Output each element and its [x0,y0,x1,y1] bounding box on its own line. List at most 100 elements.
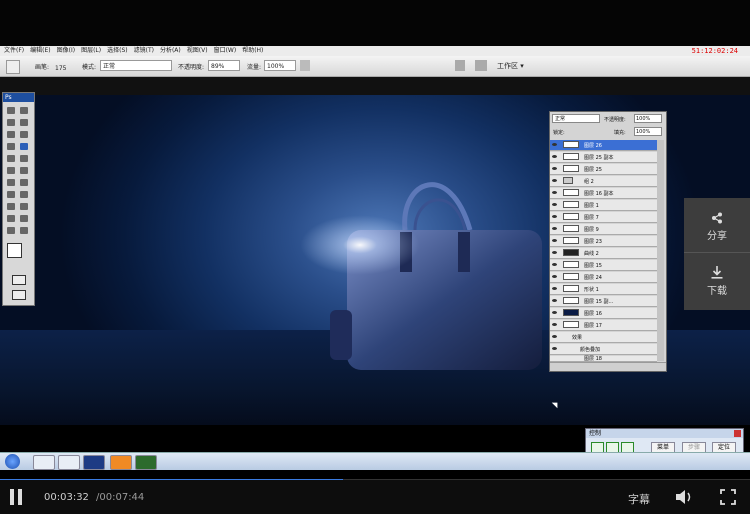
download-button[interactable]: 下载 [684,254,750,308]
layer-row[interactable]: 图层 25 副本 [550,152,657,163]
layer-row[interactable]: 图层 15 副... [550,296,657,307]
layer-row[interactable]: 图层 16 [550,308,657,319]
path-select-icon[interactable] [7,203,15,210]
screen-mode-icon[interactable] [12,290,26,300]
crop-tool-icon[interactable] [7,131,15,138]
history-brush-icon[interactable] [20,155,28,162]
gradient-tool-icon[interactable] [20,167,28,174]
layer-row[interactable]: 图层 1 [550,200,657,211]
blur-tool-icon[interactable] [7,179,15,186]
eye-icon[interactable] [552,155,557,158]
shape-tool-icon[interactable] [20,203,28,210]
mode-select[interactable]: 正常 [100,60,172,71]
menu-select[interactable]: 选择(S) [107,47,128,54]
opacity-input[interactable]: 89% [208,60,240,71]
layer-name: 图层 9 [584,227,599,233]
layer-effects-row[interactable]: 颜色叠加 [550,344,657,355]
move-tool-icon[interactable] [7,107,15,114]
eye-icon[interactable] [552,323,557,326]
menu-image[interactable]: 图像(I) [57,47,75,54]
subtitle-button[interactable]: 字幕 [628,491,650,507]
layer-row[interactable]: 图层 7 [550,212,657,223]
hand-tool-icon[interactable] [7,227,15,234]
menu-analysis[interactable]: 分析(A) [160,47,181,54]
workspace-button[interactable]: 工作区 ▾ [497,61,524,71]
layer-row[interactable]: 组 2 [550,176,657,187]
eraser-tool-icon[interactable] [7,167,15,174]
lasso-tool-icon[interactable] [7,119,15,126]
eye-icon[interactable] [552,167,557,170]
eye-icon[interactable] [552,275,557,278]
taskbar-app-recorder[interactable] [135,455,157,470]
menu-view[interactable]: 视图(V) [187,47,208,54]
zoom-tool-icon[interactable] [20,227,28,234]
menu-filter[interactable]: 滤镜(T) [134,47,154,54]
menu-help[interactable]: 帮助(H) [242,47,263,54]
layer-row[interactable]: 图层 15 [550,260,657,271]
menu-file[interactable]: 文件(F) [4,47,24,54]
layer-row[interactable]: 图层 25 [550,164,657,175]
eye-icon[interactable] [552,191,557,194]
type-tool-icon[interactable] [20,191,28,198]
foreground-color-swatch[interactable] [7,243,22,258]
layer-row[interactable]: 图层 17 [550,320,657,331]
menu-window[interactable]: 窗口(W) [214,47,237,54]
eye-icon[interactable] [552,179,557,182]
fullscreen-icon[interactable] [720,489,736,505]
layer-row[interactable]: 图层 16 副本 [550,188,657,199]
fill-input[interactable]: 100% [634,127,662,136]
start-button[interactable] [5,454,20,469]
blend-mode-select[interactable]: 正常 [552,114,600,123]
pause-icon[interactable] [10,489,14,505]
eye-icon[interactable] [552,239,557,242]
eyedropper2-icon[interactable] [20,215,28,222]
taskbar-app-photoshop[interactable] [83,455,105,470]
brush-tool-icon[interactable] [20,143,28,150]
layer-opacity-input[interactable]: 100% [634,114,662,123]
dodge-tool-icon[interactable] [20,179,28,186]
eye-icon[interactable] [552,215,557,218]
notes-tool-icon[interactable] [7,215,15,222]
taskbar-app-browser[interactable] [110,455,132,470]
eye-icon[interactable] [552,299,557,302]
eyedropper-icon[interactable] [20,131,28,138]
eye-icon[interactable] [552,143,557,146]
share-button[interactable]: 分享 [684,198,750,253]
close-icon[interactable] [734,430,741,437]
flow-input[interactable]: 100% [264,60,296,71]
marquee-tool-icon[interactable] [20,107,28,114]
airbrush-icon[interactable] [300,60,310,71]
brush-tool-icon[interactable] [6,60,20,74]
healing-tool-icon[interactable] [7,143,15,150]
stamp-tool-icon[interactable] [7,155,15,162]
taskbar-app-files[interactable] [33,455,55,470]
layer-row[interactable]: 图层 9 [550,224,657,235]
magic-wand-icon[interactable] [20,119,28,126]
palette-well-icon[interactable] [455,60,465,71]
layer-row[interactable]: 图层 26 [550,140,657,151]
taskbar-app-folder[interactable] [58,455,80,470]
layer-effects-row[interactable]: 效果 [550,332,657,343]
quick-mask-icon[interactable] [12,275,26,285]
layers-scrollbar[interactable] [657,140,664,361]
volume-icon[interactable] [674,489,694,505]
eye-icon[interactable] [552,287,557,290]
pen-tool-icon[interactable] [7,191,15,198]
layer-row[interactable]: 图层 24 [550,272,657,283]
bridge-icon[interactable] [475,60,487,71]
layer-name: 图层 16 副本 [584,191,614,197]
layer-row[interactable]: 曲线 2 [550,248,657,259]
eye-icon[interactable] [552,227,557,230]
eye-icon[interactable] [552,263,557,266]
layer-thumb [563,141,579,148]
eye-icon[interactable] [552,311,557,314]
layer-row[interactable]: 形状 1 [550,284,657,295]
eye-icon[interactable] [552,203,557,206]
brush-size[interactable]: 175 [55,65,66,72]
menu-layer[interactable]: 图层(L) [81,47,101,54]
layer-row[interactable]: 图层 23 [550,236,657,247]
eye-icon[interactable] [552,347,557,350]
eye-icon[interactable] [552,251,557,254]
eye-icon[interactable] [552,335,557,338]
menu-edit[interactable]: 编辑(E) [30,47,50,54]
